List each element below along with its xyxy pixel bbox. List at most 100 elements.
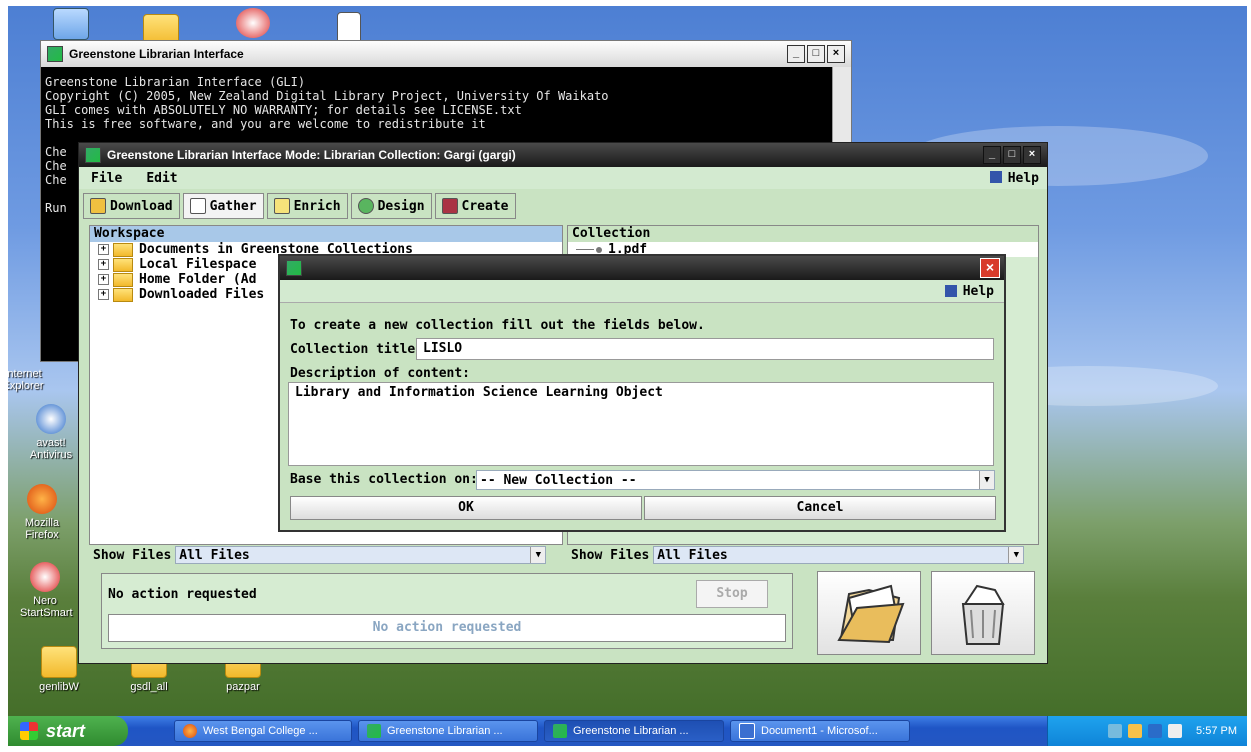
select-value: All Files xyxy=(657,547,728,563)
chevron-down-icon[interactable]: ▼ xyxy=(979,471,994,489)
trash-icon xyxy=(961,584,1005,645)
show-files-label: Show Files xyxy=(571,547,650,563)
dialog-title-bar[interactable]: × xyxy=(280,256,1004,280)
select-value: All Files xyxy=(179,547,250,563)
tree-item-label: Downloaded Files xyxy=(139,287,265,302)
task-west-bengal-college[interactable]: West Bengal College ... xyxy=(174,720,352,742)
maximize-button[interactable]: □ xyxy=(1003,146,1021,164)
task-greenstone-2[interactable]: Greenstone Librarian ... xyxy=(544,720,724,742)
taskbar: start West Bengal College ... Greenstone… xyxy=(8,716,1247,746)
tab-label: Create xyxy=(461,198,509,214)
help-icon xyxy=(944,285,957,297)
task-greenstone-1[interactable]: Greenstone Librarian ... xyxy=(358,720,538,742)
menu-edit[interactable]: Edit xyxy=(146,171,177,186)
desktop-icon-avast[interactable]: avast! Antivirus xyxy=(26,404,76,461)
desktop-icon-label: genlibW xyxy=(39,681,79,693)
folder-icon xyxy=(113,272,133,287)
console-title-bar[interactable]: Greenstone Librarian Interface _ □ × xyxy=(41,41,851,67)
desktop-icon-label: Internet Explorer xyxy=(8,368,44,392)
tree-item-label: Local Filespace xyxy=(139,257,257,272)
show-files-right: Show Files All Files ▼ xyxy=(571,545,1025,565)
collection-title-input[interactable]: LISLO xyxy=(416,338,994,360)
close-button[interactable]: × xyxy=(827,45,845,63)
show-files-left-select[interactable]: All Files ▼ xyxy=(175,546,547,564)
minimize-button[interactable]: _ xyxy=(787,45,805,63)
expand-icon[interactable]: + xyxy=(98,289,109,300)
folder-icon xyxy=(113,257,133,272)
show-files-right-select[interactable]: All Files ▼ xyxy=(653,546,1025,564)
expand-icon[interactable]: + xyxy=(98,259,109,270)
tab-label: Enrich xyxy=(293,198,341,214)
tab-design[interactable]: Design xyxy=(350,193,432,219)
volume-icon[interactable] xyxy=(1168,724,1183,738)
start-button[interactable]: start xyxy=(8,716,128,746)
tab-download[interactable]: Download xyxy=(83,193,180,219)
desktop-icon-top-1[interactable] xyxy=(36,8,106,43)
open-folder-button[interactable] xyxy=(817,571,921,655)
expand-icon[interactable]: + xyxy=(98,244,109,255)
tab-enrich[interactable]: Enrich xyxy=(266,193,348,219)
stop-button[interactable]: Stop xyxy=(696,580,768,608)
menu-help[interactable]: Help xyxy=(989,170,1039,186)
antivirus-tray-icon[interactable] xyxy=(1148,724,1163,738)
start-label: start xyxy=(46,720,86,741)
chevron-down-icon[interactable]: ▼ xyxy=(530,547,546,563)
folder-icon xyxy=(41,646,77,678)
minimize-button[interactable]: _ xyxy=(983,146,1001,164)
desktop-icon-label: Nero StartSmart xyxy=(20,595,73,619)
firefox-icon xyxy=(27,484,57,514)
tab-label: Gather xyxy=(209,198,257,214)
desktop-icon-nero-top[interactable] xyxy=(218,8,288,41)
dialog-close-button[interactable]: × xyxy=(980,258,1000,278)
new-collection-dialog[interactable]: × Help To create a new collection fill o… xyxy=(278,254,1006,532)
status-panel: No action requested Stop No action reque… xyxy=(101,573,793,649)
firefox-icon xyxy=(183,724,197,738)
gli-app-icon xyxy=(85,147,101,163)
recycle-bin-button[interactable] xyxy=(931,571,1035,655)
tray-app-icon[interactable] xyxy=(1128,724,1143,738)
dialog-instruction: To create a new collection fill out the … xyxy=(290,318,705,333)
ok-button[interactable]: OK xyxy=(290,496,642,520)
description-textarea[interactable]: Library and Information Science Learning… xyxy=(288,382,994,466)
maximize-button[interactable]: □ xyxy=(807,45,825,63)
desktop-icon-label: gsdl_all xyxy=(130,681,168,693)
desktop-icon-internet-explorer[interactable]: Internet Explorer xyxy=(8,368,48,392)
status-text: No action requested xyxy=(108,587,257,602)
desktop-icon-nero[interactable]: Nero StartSmart xyxy=(20,562,73,619)
avast-icon xyxy=(36,404,66,434)
task-label: Greenstone Librarian ... xyxy=(387,725,503,737)
create-icon xyxy=(441,198,458,214)
clock: 5:57 PM xyxy=(1196,725,1237,737)
base-collection-label: Base this collection on: xyxy=(290,472,478,487)
expand-icon[interactable]: + xyxy=(98,274,109,285)
show-files-label: Show Files xyxy=(93,547,172,563)
help-label: Help xyxy=(1007,170,1039,186)
gli-title-bar[interactable]: Greenstone Librarian Interface Mode: Lib… xyxy=(79,143,1047,167)
file-bullet-icon xyxy=(596,246,602,253)
close-button[interactable]: × xyxy=(1023,146,1041,164)
task-document1[interactable]: Document1 - Microsof... xyxy=(730,720,910,742)
show-files-left: Show Files All Files ▼ xyxy=(93,545,547,565)
menu-file[interactable]: File xyxy=(91,171,122,186)
desktop: My My My Re Internet Explorer avast! Ant… xyxy=(8,6,1247,746)
cancel-button[interactable]: Cancel xyxy=(644,496,996,520)
task-label: West Bengal College ... xyxy=(203,725,318,737)
desktop-icon-firefox[interactable]: Mozilla Firefox xyxy=(12,484,72,541)
help-icon xyxy=(989,170,1002,183)
desktop-icon-label: avast! Antivirus xyxy=(29,437,73,461)
desktop-icon-label: pazpar xyxy=(226,681,260,693)
task-label: Greenstone Librarian ... xyxy=(573,725,689,737)
chevron-down-icon[interactable]: ▼ xyxy=(1008,547,1024,563)
download-icon xyxy=(90,198,106,214)
tab-gather[interactable]: Gather xyxy=(182,193,264,219)
tab-create[interactable]: Create xyxy=(434,193,516,219)
system-tray: 5:57 PM xyxy=(1047,716,1247,746)
menu-bar: File Edit Help xyxy=(79,167,1047,189)
open-folder-icon xyxy=(837,584,905,644)
base-collection-select[interactable]: -- New Collection -- ▼ xyxy=(476,470,995,490)
network-icon[interactable] xyxy=(1108,724,1123,738)
gli-app-icon xyxy=(553,724,567,738)
dialog-help[interactable]: Help xyxy=(280,280,1004,303)
description-label: Description of content: xyxy=(290,366,471,381)
workspace-header: Workspace xyxy=(90,226,562,242)
